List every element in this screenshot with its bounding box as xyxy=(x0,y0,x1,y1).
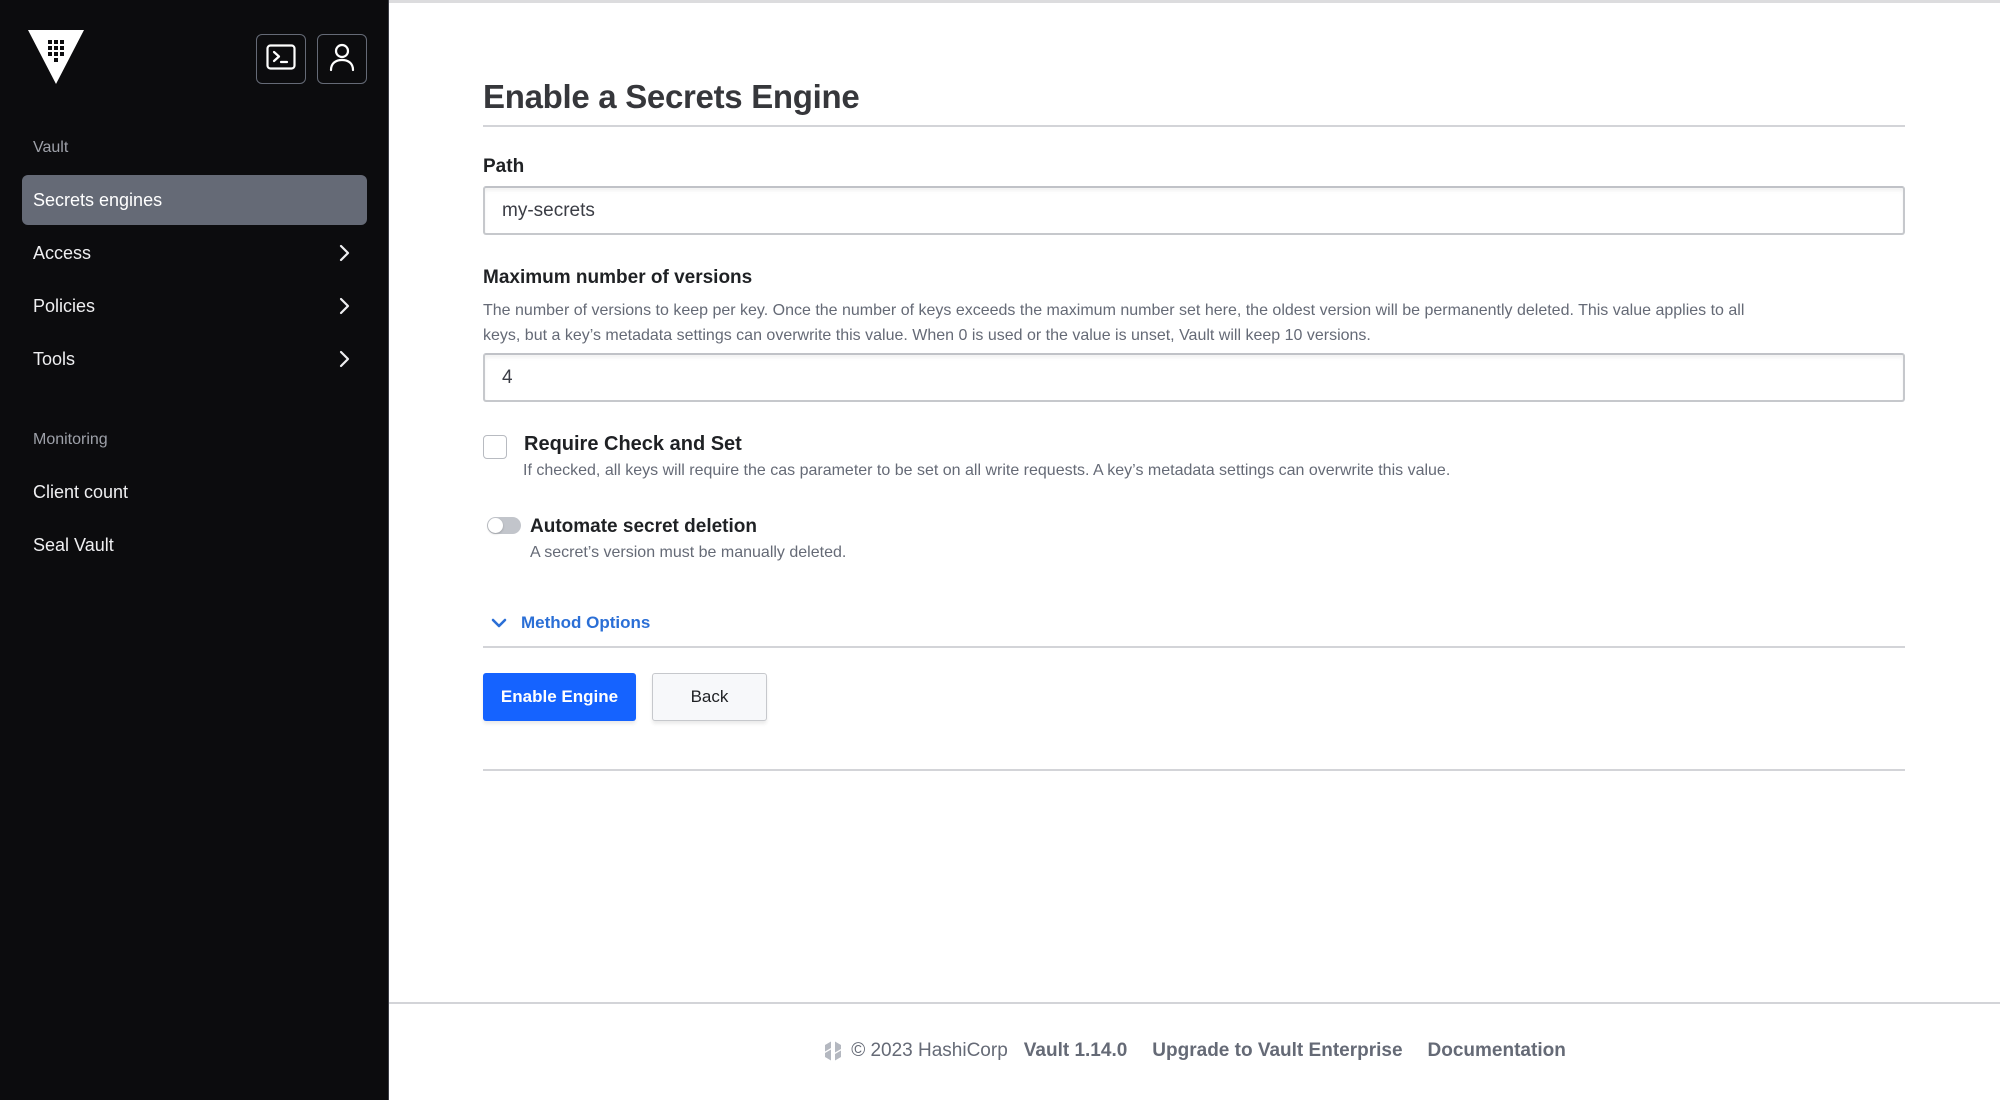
sidebar-item-label: Secrets engines xyxy=(33,189,163,210)
require-cas-label[interactable]: Require Check and Set xyxy=(524,433,742,456)
path-input[interactable] xyxy=(483,186,1905,235)
path-label: Path xyxy=(483,156,525,177)
max-versions-label: Maximum number of versions xyxy=(483,267,753,288)
page-title: Enable a Secrets Engine xyxy=(483,78,860,115)
footer: © 2023 HashiCorp Vault 1.14.0 Upgrade to… xyxy=(389,1040,2000,1062)
sidebar-item-label: Access xyxy=(33,242,92,263)
require-cas-checkbox[interactable] xyxy=(483,435,507,459)
sidebar-item-access[interactable]: Access xyxy=(22,228,367,278)
chevron-right-icon xyxy=(335,297,353,315)
terminal-icon xyxy=(266,43,296,75)
footer-divider xyxy=(389,1002,2000,1004)
sidebar-item-label: Seal Vault xyxy=(33,534,114,555)
console-button[interactable] xyxy=(256,34,306,84)
method-options-toggle[interactable]: Method Options xyxy=(491,613,650,633)
form-bottom-divider xyxy=(483,769,1905,771)
vault-version: Vault 1.14.0 xyxy=(1023,1040,1128,1061)
automate-deletion-toggle[interactable] xyxy=(487,517,521,534)
sidebar-item-label: Tools xyxy=(33,348,76,369)
automate-deletion-help: A secret’s version must be manually dele… xyxy=(530,544,847,561)
max-versions-help: The number of versions to keep per key. … xyxy=(483,298,1905,348)
upgrade-link[interactable]: Upgrade to Vault Enterprise xyxy=(1152,1040,1402,1062)
top-border xyxy=(389,0,2000,3)
chevron-right-icon xyxy=(335,244,353,262)
sidebar-item-client-count[interactable]: Client count xyxy=(22,467,367,517)
toggle-knob xyxy=(488,518,503,533)
chevron-down-icon xyxy=(491,618,507,628)
vault-logo-icon[interactable] xyxy=(28,30,84,84)
section-title-monitoring: Monitoring xyxy=(33,431,108,448)
chevron-right-icon xyxy=(335,350,353,368)
user-menu-button[interactable] xyxy=(317,34,367,84)
method-options-divider xyxy=(483,646,1905,648)
enable-engine-button[interactable]: Enable Engine xyxy=(483,673,636,721)
sidebar: Vault Secrets engines Access Policies To… xyxy=(0,0,389,1100)
documentation-link[interactable]: Documentation xyxy=(1428,1040,1566,1062)
max-versions-help-line1: The number of versions to keep per key. … xyxy=(483,302,1745,319)
sidebar-item-secrets-engines[interactable]: Secrets engines xyxy=(22,175,367,225)
sidebar-item-seal-vault[interactable]: Seal Vault xyxy=(22,520,367,570)
back-button[interactable]: Back xyxy=(652,673,767,721)
sidebar-item-policies[interactable]: Policies xyxy=(22,281,367,331)
user-icon xyxy=(328,42,356,77)
footer-copyright: © 2023 HashiCorp xyxy=(823,1040,1008,1062)
hashicorp-logo-icon xyxy=(825,1041,842,1061)
max-versions-help-line2: keys, but a key’s metadata settings can … xyxy=(483,327,1371,344)
section-title-vault: Vault xyxy=(33,139,69,156)
sidebar-item-tools[interactable]: Tools xyxy=(22,334,367,384)
require-cas-help: If checked, all keys will require the ca… xyxy=(523,462,1451,479)
copyright-text: © 2023 HashiCorp xyxy=(851,1040,1008,1061)
automate-deletion-label[interactable]: Automate secret deletion xyxy=(530,516,757,538)
max-versions-input[interactable] xyxy=(483,353,1905,402)
sidebar-item-label: Client count xyxy=(33,481,129,502)
method-options-label: Method Options xyxy=(521,613,651,632)
sidebar-item-label: Policies xyxy=(33,295,96,316)
title-divider xyxy=(483,125,1905,127)
